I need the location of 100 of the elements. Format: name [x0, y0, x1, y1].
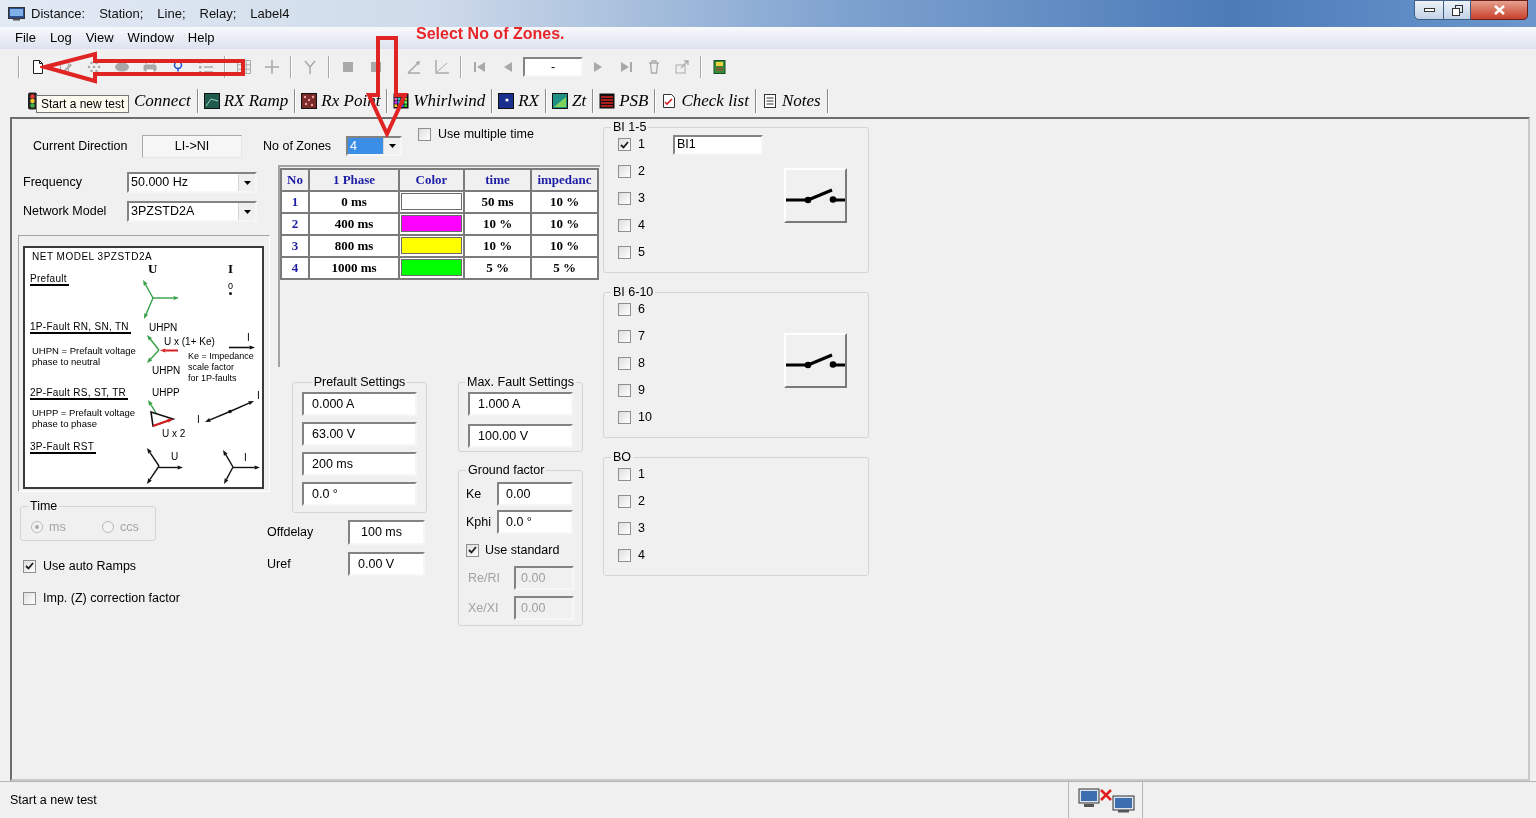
input-field[interactable]: 0.00 V [348, 552, 425, 576]
input-field[interactable]: 100 ms [348, 520, 425, 545]
name-field[interactable]: BI1 [672, 134, 763, 155]
field-label: Re/RI [468, 569, 501, 587]
fork-icon [302, 59, 318, 75]
checkbox[interactable] [618, 495, 631, 508]
input-field[interactable]: 63.00 V [302, 422, 417, 446]
checkbox-label: Use auto Ramps [43, 557, 137, 575]
checkbox[interactable] [618, 246, 631, 259]
checkbox[interactable] [618, 357, 631, 370]
menu-item[interactable]: Help [180, 29, 222, 47]
close-button[interactable] [1471, 0, 1528, 20]
phasor-arrow-icon [232, 464, 261, 471]
status-text: Start a new test [10, 791, 97, 809]
tab[interactable]: Notes [755, 89, 828, 113]
tab[interactable]: RX Ramp [197, 89, 296, 113]
phasor-fork-icon [144, 334, 161, 364]
phasor-label: UHPN [152, 365, 181, 376]
checkbox[interactable] [618, 303, 631, 316]
checkbox[interactable] [23, 591, 36, 605]
input-field[interactable]: 1.000 A [468, 392, 573, 416]
phasor-arrow-icon [159, 348, 179, 353]
switch-button[interactable] [784, 168, 847, 223]
checkbox-label: Imp. (Z) correction factor [43, 589, 180, 607]
field-label: Frequency [23, 174, 84, 192]
window-title: Distance: [31, 5, 86, 22]
traffic-light-icon [27, 92, 38, 110]
tab[interactable]: Zt [545, 89, 594, 113]
frequency-dropdown[interactable]: 50.000 Hz [127, 172, 257, 193]
table-cell: 4 [281, 256, 309, 279]
menu-item[interactable]: Log [42, 29, 79, 47]
checkbox-label: 2 [638, 493, 645, 511]
dots-icon [86, 59, 102, 75]
checkbox[interactable] [618, 549, 631, 562]
group-title: Max. Fault Settings [466, 375, 575, 389]
input-field[interactable]: 0.00 [497, 482, 573, 506]
group-title: BI 1-5 [612, 120, 648, 134]
checkbox[interactable] [618, 411, 631, 424]
input-field[interactable]: 200 ms [302, 452, 417, 476]
checkbox-label: 9 [638, 382, 645, 400]
phasor-arrow-icon [146, 399, 158, 414]
field-label: No of Zones [263, 137, 333, 155]
phasor-label: U x (1+ Ke) [164, 336, 215, 347]
annotation-text: Select No of Zones. [416, 24, 565, 44]
book-icon [712, 59, 728, 75]
input-field[interactable]: 100.00 V [468, 424, 573, 448]
fault-heading: 2P-Fault RS, ST, TR [30, 387, 129, 400]
menu-item[interactable]: File [8, 29, 43, 47]
phasor-label: I [197, 414, 200, 425]
window-title: Station; [99, 5, 144, 22]
notepad-icon [761, 93, 778, 109]
phasor-arrow-icon [158, 464, 184, 471]
checkbox-label: 4 [638, 217, 645, 235]
minimize-button[interactable] [1414, 0, 1444, 20]
checkbox[interactable] [618, 522, 631, 535]
position-field[interactable]: - [523, 57, 583, 77]
caret-icon [243, 209, 251, 214]
checkbox[interactable] [618, 138, 631, 151]
checkbox[interactable] [23, 559, 36, 573]
axes-icon [434, 59, 450, 75]
input-field[interactable]: 0.0 ° [497, 510, 573, 534]
checkbox-label: Use standard [485, 541, 560, 559]
tab[interactable]: RX [492, 89, 546, 113]
checkbox[interactable] [618, 165, 631, 178]
checkbox[interactable] [618, 384, 631, 397]
checkbox[interactable] [418, 127, 431, 141]
switch-button[interactable] [784, 333, 847, 388]
app-icon [8, 6, 25, 21]
checkbox-label: Use multiple time [438, 126, 534, 143]
field-label: Xe/XI [468, 599, 500, 617]
tab[interactable]: PSB [593, 89, 656, 113]
direction-field[interactable]: LI->NI [142, 134, 242, 158]
minimize-icon [1423, 8, 1435, 12]
square-icon [340, 59, 356, 75]
fault-heading: 3P-Fault RST [30, 441, 97, 454]
field-label: Ke [466, 485, 483, 503]
dotted-square-icon [301, 93, 318, 109]
menu-item[interactable]: View [78, 29, 121, 47]
window-title: Line; [157, 5, 186, 22]
diagram-note: UHPN = Prefault voltage phase to neutral [32, 345, 136, 367]
input-field[interactable]: 0.000 A [302, 392, 417, 416]
checkbox[interactable] [618, 192, 631, 205]
checkbox-label: 6 [638, 301, 645, 319]
group-title: Prefault Settings [312, 375, 407, 389]
input-field[interactable]: 0.0 ° [302, 482, 417, 506]
restore-button[interactable] [1444, 0, 1471, 20]
radio-label: ms [49, 519, 66, 536]
checkbox-label: 1 [638, 136, 645, 154]
checkbox[interactable] [466, 543, 479, 557]
tab[interactable]: Whirlwind [387, 89, 493, 113]
checkbox[interactable] [618, 468, 631, 481]
checkbox-label: 10 [638, 409, 652, 427]
tab[interactable]: Check list [655, 89, 756, 113]
phasor-label: U x 2 [162, 428, 186, 439]
checkbox[interactable] [618, 219, 631, 232]
network-model-dropdown[interactable]: 3PZSTD2A [127, 201, 257, 222]
phasor-label: I [257, 390, 260, 401]
checkbox[interactable] [618, 330, 631, 343]
column-header: 1 Phase [309, 169, 399, 191]
menu-item[interactable]: Window [120, 29, 181, 47]
